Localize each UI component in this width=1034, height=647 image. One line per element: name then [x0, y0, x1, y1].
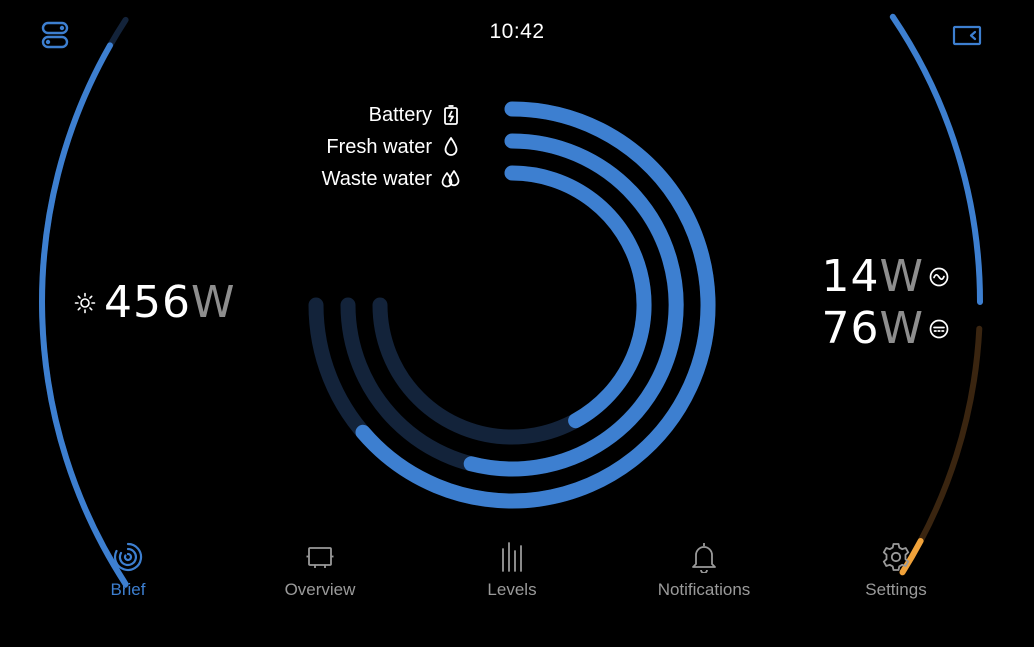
tank-label-text: Waste water — [321, 167, 432, 190]
nav-overview[interactable]: Overview — [224, 540, 416, 610]
ac-load-unit: W — [879, 251, 924, 302]
solar-unit: W — [190, 277, 236, 328]
brief-rings-icon — [111, 540, 145, 574]
solar-power-value: 456W — [104, 278, 236, 328]
nav-label: Settings — [865, 580, 927, 599]
tank-label-fresh-water: Fresh water — [326, 133, 462, 161]
dc-icon — [928, 318, 950, 340]
nav-brief[interactable]: Brief — [32, 540, 224, 610]
overview-screen-icon — [303, 540, 337, 574]
nav-label: Levels — [487, 580, 537, 599]
gear-icon — [879, 540, 913, 574]
ac-load-readout: 14W — [821, 252, 950, 302]
tank-label-battery: Battery — [369, 101, 462, 129]
water-drop-icon — [440, 136, 462, 158]
dc-load-readout: 76W — [821, 304, 950, 354]
nav-label: Overview — [284, 580, 356, 599]
ac-load-value: 14 — [821, 251, 880, 302]
tank-label-waste-water: Waste water — [322, 165, 462, 193]
dc-load-unit: W — [879, 303, 924, 354]
nav-label: Brief — [110, 580, 146, 599]
nav-label: Notifications — [657, 580, 751, 599]
sun-icon — [74, 292, 96, 314]
tank-label-text: Battery — [368, 103, 432, 126]
solar-value: 456 — [104, 277, 191, 328]
levels-bars-icon — [495, 540, 529, 574]
battery-charging-icon — [440, 104, 462, 126]
solar-readout: 456W — [74, 278, 236, 328]
nav-settings[interactable]: Settings — [800, 540, 992, 610]
nav-levels[interactable]: Levels — [416, 540, 608, 610]
dc-load-value: 76 — [821, 303, 880, 354]
tank-label-text: Fresh water — [326, 135, 432, 158]
bottom-nav: Brief Overview Levels Notifications Sett… — [32, 540, 992, 610]
waste-water-drops-icon — [440, 168, 462, 190]
bell-icon — [687, 540, 721, 574]
ac-wave-icon — [928, 266, 950, 288]
nav-notifications[interactable]: Notifications — [608, 540, 800, 610]
tank-fill-waste-water — [504, 165, 652, 429]
dc-arc-track — [899, 325, 983, 576]
